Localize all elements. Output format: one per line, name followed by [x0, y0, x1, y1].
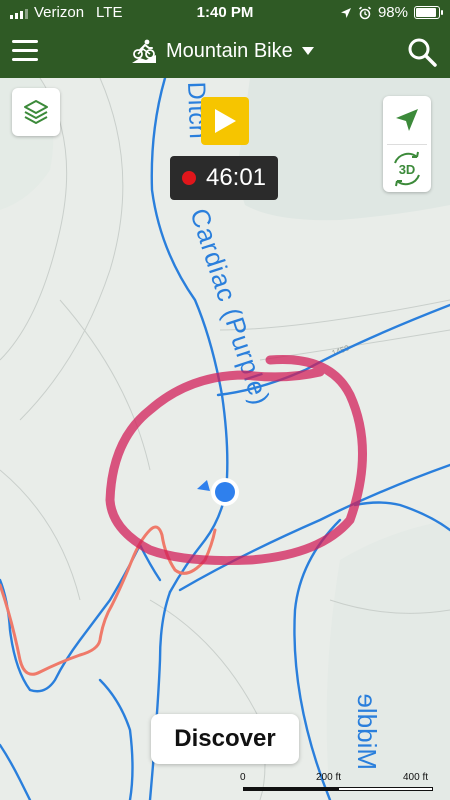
caret-down-icon [301, 47, 314, 55]
recording-timer[interactable]: 46:01 [170, 156, 278, 200]
hamburger-menu-icon[interactable] [12, 40, 38, 62]
navigation-arrow-icon [396, 109, 418, 131]
mountain-bike-icon [132, 39, 156, 63]
search-icon[interactable] [406, 36, 438, 68]
play-button[interactable] [201, 97, 249, 145]
3d-rotate-icon: 3D [394, 151, 420, 187]
location-arrow-icon [340, 7, 351, 18]
map-controls: 3D [383, 96, 431, 192]
layers-icon [24, 100, 48, 124]
locate-button[interactable] [383, 96, 431, 144]
3d-view-button[interactable]: 3D [383, 145, 431, 193]
discover-button[interactable]: Discover [151, 714, 299, 764]
scale-label-400: 400 ft [403, 772, 429, 783]
scale-bar-line [243, 787, 433, 791]
vegetation-area [326, 520, 450, 800]
activity-title: Mountain Bike [166, 39, 293, 62]
app-header: Mountain Bike [0, 26, 450, 78]
timer-value: 46:01 [205, 164, 267, 191]
3d-label: 3D [399, 162, 416, 177]
scale-label-0: 0 [240, 772, 246, 783]
activity-selector[interactable]: Mountain Bike [130, 38, 315, 64]
scale-label-200: 200 ft [316, 772, 342, 783]
play-icon [215, 109, 236, 133]
recording-dot-icon [181, 171, 196, 185]
battery-percent: 98% [377, 4, 408, 21]
scale-bar: 0 200 ft 400 ft [238, 768, 438, 796]
alarm-icon [358, 6, 372, 19]
status-bar: Verizon LTE 1:40 PM 98% [0, 0, 450, 26]
layers-button[interactable] [12, 88, 60, 136]
battery-icon [414, 6, 443, 19]
trail-label-bottom: Middle [352, 693, 382, 770]
status-right: 98% [340, 4, 443, 21]
